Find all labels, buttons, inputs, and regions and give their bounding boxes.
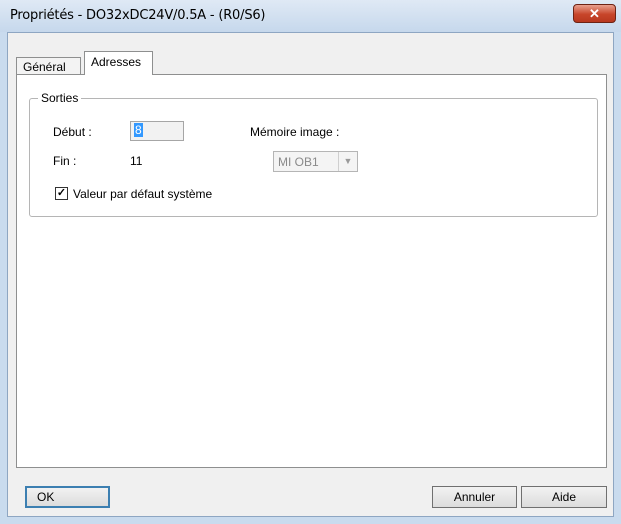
properties-window: Propriétés - DO32xDC24V/0.5A - (R0/S6) ✕… xyxy=(0,0,621,524)
window-title: Propriétés - DO32xDC24V/0.5A - (R0/S6) xyxy=(10,8,266,23)
check-icon: ✓ xyxy=(56,187,67,199)
memory-image-select[interactable]: MI OB1 ▼ xyxy=(273,151,358,172)
outputs-group-title: Sorties xyxy=(38,91,82,105)
end-label: Fin : xyxy=(53,154,77,168)
chevron-down-icon[interactable]: ▼ xyxy=(338,152,357,171)
system-default-label[interactable]: Valeur par défaut système xyxy=(73,187,212,201)
start-address-input[interactable]: 8 xyxy=(130,121,184,141)
start-label: Début : xyxy=(53,125,92,139)
cancel-button[interactable]: Annuler xyxy=(432,486,517,508)
window-border xyxy=(0,32,7,524)
title-bar[interactable]: Propriétés - DO32xDC24V/0.5A - (R0/S6) ✕ xyxy=(0,0,621,32)
start-address-value: 8 xyxy=(134,123,143,137)
end-address-value: 11 xyxy=(130,154,143,168)
system-default-checkbox[interactable]: ✓ xyxy=(55,187,68,200)
tab-general[interactable]: Général xyxy=(16,57,81,75)
memory-image-label: Mémoire image : xyxy=(250,125,340,139)
memory-image-value: MI OB1 xyxy=(278,155,319,169)
tab-addresses[interactable]: Adresses xyxy=(84,51,153,75)
close-button[interactable]: ✕ xyxy=(573,4,616,23)
help-button[interactable]: Aide xyxy=(521,486,607,508)
close-icon: ✕ xyxy=(589,6,600,21)
ok-button[interactable]: OK xyxy=(25,486,110,508)
